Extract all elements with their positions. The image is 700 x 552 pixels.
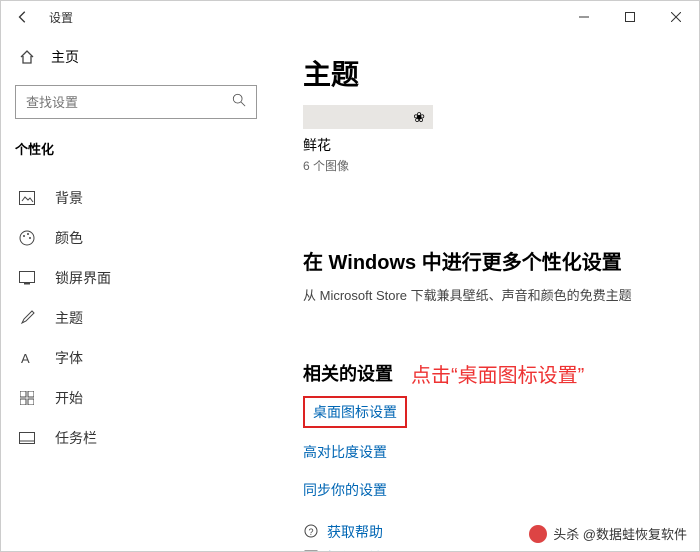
high-contrast-link[interactable]: 高对比度设置 [303, 438, 689, 466]
title-bar: 设置 [1, 1, 699, 33]
help-icon: ? [303, 523, 327, 542]
minimize-button[interactable] [561, 1, 607, 33]
sidebar-item-label: 开始 [55, 388, 83, 408]
sidebar-item-label: 字体 [55, 348, 83, 368]
svg-text:A: A [21, 351, 30, 366]
sidebar-item-start[interactable]: 开始 [15, 378, 257, 418]
page-title: 主题 [303, 53, 689, 93]
section-title: 个性化 [15, 139, 257, 158]
help-label: 获取帮助 [327, 522, 383, 542]
theme-image-count: 6 个图像 [303, 157, 689, 174]
store-heading: 在 Windows 中进行更多个性化设置 [303, 246, 689, 275]
watermark-icon [529, 525, 547, 543]
lock-screen-icon [17, 271, 37, 285]
watermark: 头杀 @数据蛙恢复软件 [529, 524, 687, 543]
start-icon [17, 391, 37, 405]
theme-preview[interactable]: ❀ [303, 105, 433, 129]
sidebar-item-label: 主题 [55, 308, 83, 328]
sidebar-item-colors[interactable]: 颜色 [15, 218, 257, 258]
instruction-annotation: 点击“桌面图标设置” [411, 359, 584, 388]
store-subtext: 从 Microsoft Store 下载兼具壁纸、声音和颜色的免费主题 [303, 285, 689, 304]
sidebar-item-taskbar[interactable]: 任务栏 [15, 418, 257, 458]
sidebar: 主页 个性化 背景 颜色 锁屏界面 主题 A 字体 开始 [1, 33, 271, 551]
maximize-button[interactable] [607, 1, 653, 33]
maximize-icon [625, 12, 635, 22]
feedback-label: 提供反馈 [327, 548, 383, 551]
close-icon [671, 12, 681, 22]
sidebar-item-fonts[interactable]: A 字体 [15, 338, 257, 378]
home-nav[interactable]: 主页 [15, 41, 257, 73]
image-icon [17, 191, 37, 205]
close-button[interactable] [653, 1, 699, 33]
sidebar-item-label: 锁屏界面 [55, 268, 111, 288]
watermark-text: 头杀 @数据蛙恢复软件 [553, 524, 687, 543]
feedback-link[interactable]: 提供反馈 [303, 548, 689, 551]
brush-icon [17, 310, 37, 326]
svg-text:?: ? [309, 527, 314, 537]
sync-settings-link[interactable]: 同步你的设置 [303, 476, 689, 504]
font-icon: A [17, 350, 37, 366]
feedback-icon [303, 549, 327, 552]
home-icon [17, 49, 37, 65]
flower-icon: ❀ [413, 109, 425, 126]
taskbar-icon [17, 432, 37, 444]
arrow-left-icon [16, 10, 30, 24]
app-title: 设置 [49, 9, 73, 26]
theme-name: 鲜花 [303, 135, 689, 155]
palette-icon [17, 230, 37, 246]
search-field[interactable] [26, 95, 232, 110]
search-input[interactable] [15, 85, 257, 119]
sidebar-item-label: 任务栏 [55, 428, 97, 448]
home-label: 主页 [51, 47, 79, 67]
minimize-icon [579, 12, 589, 22]
back-button[interactable] [7, 1, 39, 33]
sidebar-item-background[interactable]: 背景 [15, 178, 257, 218]
desktop-icon-settings-link[interactable]: 桌面图标设置 [303, 396, 407, 428]
main-content: 主题 ❀ 鲜花 6 个图像 在 Windows 中进行更多个性化设置 从 Mic… [271, 33, 699, 551]
sidebar-item-label: 颜色 [55, 228, 83, 248]
sidebar-item-label: 背景 [55, 188, 83, 208]
search-icon [232, 93, 246, 112]
sidebar-item-themes[interactable]: 主题 [15, 298, 257, 338]
sidebar-item-lockscreen[interactable]: 锁屏界面 [15, 258, 257, 298]
